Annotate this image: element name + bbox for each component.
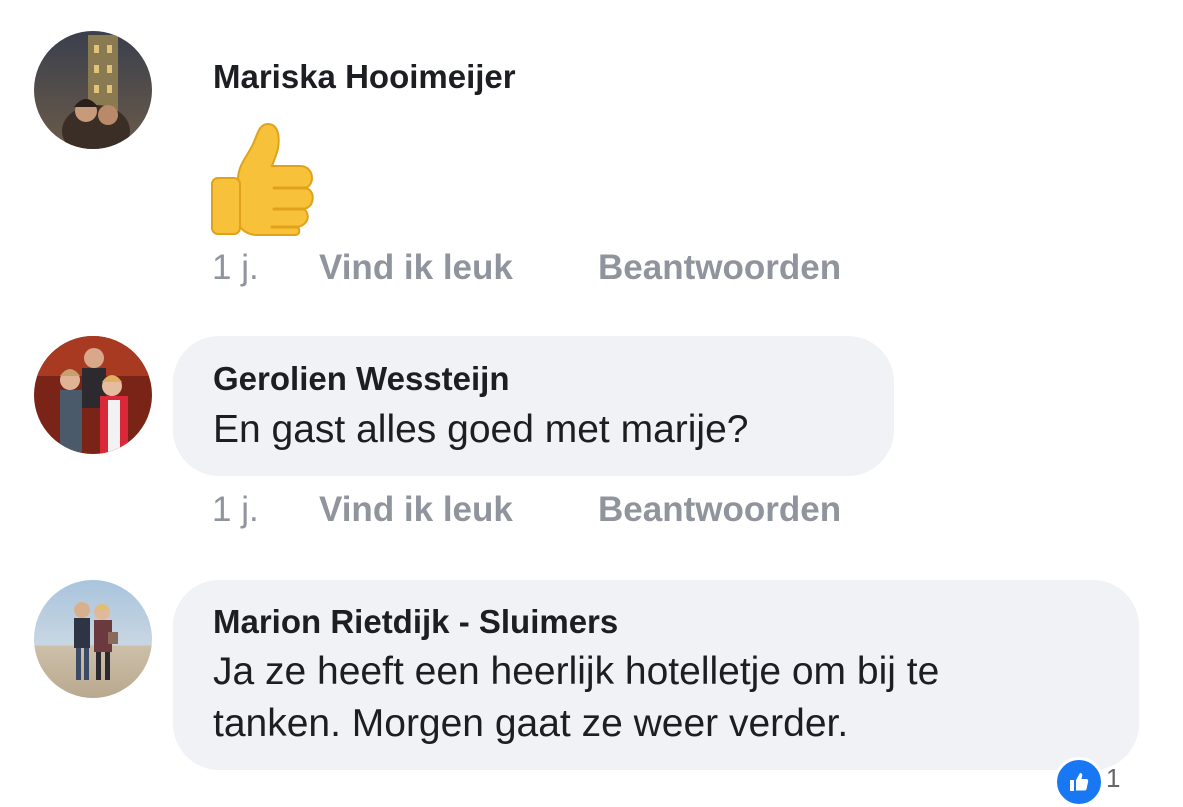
comment-bubble: Marion Rietdijk - Sluimers Ja ze heeft e… [173, 580, 1139, 770]
comment-author-name[interactable]: Marion Rietdijk - Sluimers [213, 605, 618, 638]
comment-author-name[interactable]: Gerolien Wessteijn [213, 362, 509, 395]
comment-text: En gast alles goed met marije? [213, 404, 748, 456]
comment-text-line: tanken. Morgen gaat ze weer verder. [213, 702, 849, 745]
thumbs-up-emoji [208, 120, 320, 236]
comment-text-line: En gast alles goed met marije? [213, 408, 749, 451]
comment-text: Ja ze heeft een heerlijk hotelletje om b… [213, 646, 939, 750]
reply-button[interactable]: Beantwoorden [598, 250, 841, 285]
reaction-summary[interactable]: 1 [1054, 757, 1120, 807]
avatar[interactable] [34, 580, 152, 698]
comment-text-line: Ja ze heeft een heerlijk hotelletje om b… [213, 650, 940, 693]
reaction-count: 1 [1106, 762, 1121, 793]
reply-button[interactable]: Beantwoorden [598, 492, 841, 527]
avatar[interactable] [34, 31, 152, 149]
comment-author-name[interactable]: Mariska Hooimeijer [213, 60, 516, 93]
comment-bubble: Gerolien Wessteijn En gast alles goed me… [173, 336, 894, 476]
comment-timestamp[interactable]: 1 j. [212, 250, 259, 285]
like-icon [1054, 757, 1104, 807]
comment-timestamp[interactable]: 1 j. [212, 492, 259, 527]
avatar[interactable] [34, 336, 152, 454]
like-button[interactable]: Vind ik leuk [319, 250, 513, 285]
like-button[interactable]: Vind ik leuk [319, 492, 513, 527]
